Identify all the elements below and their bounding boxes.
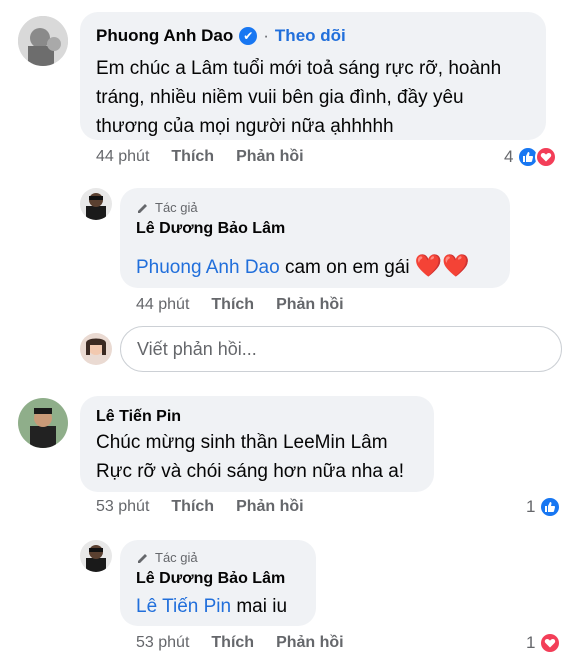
avatar-image	[18, 398, 68, 448]
love-reaction-icon	[535, 146, 558, 168]
like-button[interactable]: Thích	[211, 296, 254, 314]
mention-link[interactable]: Phuong Anh Dao	[136, 257, 280, 278]
follow-button[interactable]: Theo dõi	[275, 26, 346, 46]
avatar-le-duong-bao-lam[interactable]	[80, 188, 112, 220]
reply-button[interactable]: Phản hồi	[236, 498, 304, 516]
comment-text: Em chúc a Lâm tuổi mới toả sáng rực rỡ, …	[96, 58, 502, 137]
reaction-summary[interactable]: 4	[504, 146, 558, 168]
avatar-image	[80, 333, 112, 365]
like-button[interactable]: Thích	[211, 634, 254, 652]
avatar-le-tien-pin[interactable]	[18, 398, 68, 448]
comment-bubble: Lê Tiến Pin Chúc mừng sinh thần LeeMin L…	[80, 396, 434, 492]
heart-emoji-icon: ❤️❤️	[414, 253, 470, 278]
author-badge: Tác giả	[136, 200, 198, 215]
reply-button[interactable]: Phản hồi	[276, 296, 344, 314]
pencil-icon	[138, 553, 147, 563]
comment-bubble: Phuong Anh Dao ✔ · Theo dõi Em chúc a Lâ…	[80, 12, 546, 140]
avatar-image	[80, 188, 112, 220]
verified-badge-icon: ✔	[239, 27, 258, 45]
reply-button[interactable]: Phản hồi	[236, 148, 304, 166]
pencil-icon	[138, 203, 147, 213]
comment-time[interactable]: 44 phút	[96, 148, 149, 166]
avatar-image	[18, 16, 68, 66]
reply-button[interactable]: Phản hồi	[276, 634, 344, 652]
like-button[interactable]: Thích	[171, 148, 214, 166]
reaction-count: 1	[526, 497, 536, 516]
love-reaction-icon	[539, 632, 562, 654]
mention-link[interactable]: Lê Tiến Pin	[136, 596, 231, 617]
avatar-phuong-anh-dao[interactable]	[18, 16, 68, 66]
avatar-le-duong-bao-lam[interactable]	[80, 540, 112, 572]
avatar-image	[80, 540, 112, 572]
comment-author[interactable]: Lê Tiến Pin	[96, 408, 181, 426]
comment-text: Chúc mừng sinh thần LeeMin Lâm Rực rỡ và…	[96, 432, 405, 482]
reaction-summary[interactable]: 1	[526, 632, 562, 654]
reply-text: Lê Tiến Pin mai iu	[136, 596, 288, 617]
reply-text: Phuong Anh Dao cam on em gái ❤️❤️	[136, 253, 470, 278]
reply-time[interactable]: 44 phút	[136, 296, 189, 314]
reaction-count: 4	[504, 147, 514, 166]
reply-author[interactable]: Lê Dương Bảo Lâm	[136, 570, 285, 588]
reply-bubble: Tác giả Lê Dương Bảo Lâm Phuong Anh Dao …	[120, 188, 510, 288]
reaction-count: 1	[526, 633, 536, 652]
comment-author[interactable]: Phuong Anh Dao	[96, 26, 233, 46]
reply-input-placeholder: Viết phản hồi...	[137, 339, 257, 359]
reply-time[interactable]: 53 phút	[136, 634, 189, 652]
like-button[interactable]: Thích	[171, 498, 214, 516]
reply-bubble: Tác giả Lê Dương Bảo Lâm Lê Tiến Pin mai…	[120, 540, 316, 626]
reply-input[interactable]: Viết phản hồi...	[120, 326, 562, 372]
reaction-summary[interactable]: 1	[526, 496, 562, 518]
comment-time[interactable]: 53 phút	[96, 498, 149, 516]
reply-author[interactable]: Lê Dương Bảo Lâm	[136, 220, 285, 238]
author-badge: Tác giả	[136, 550, 198, 565]
like-reaction-icon	[539, 496, 562, 518]
current-user-avatar[interactable]	[80, 333, 112, 365]
